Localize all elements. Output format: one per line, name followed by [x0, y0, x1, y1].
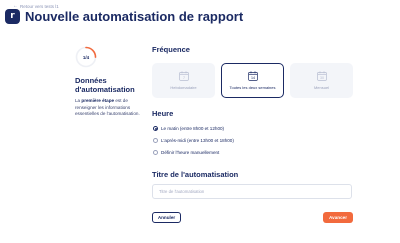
step-panel: 1/4 Données d'automatisation La première…: [75, 46, 145, 118]
cancel-button[interactable]: Annuler: [152, 212, 181, 223]
frequency-title: Fréquence: [152, 45, 190, 54]
hour-option-afternoon[interactable]: L'après-midi (entre 13h00 et 18h00): [153, 138, 234, 143]
back-link-label: Retour vers tests l1: [20, 3, 59, 9]
frequency-option-weekly[interactable]: 7 Hebdomadaire: [152, 63, 215, 98]
radio-unchecked-icon[interactable]: [153, 138, 158, 143]
hour-title: Heure: [152, 109, 174, 118]
hour-option-manual[interactable]: Définir l'heure manuellement: [153, 150, 219, 155]
progress-label: 1/4: [82, 54, 90, 60]
hour-option-label: Le matin (entre 8h00 et 12h00): [161, 126, 225, 131]
svg-text:7: 7: [183, 76, 185, 80]
frequency-option-monthly[interactable]: 30 Mensuel: [290, 63, 353, 98]
calendar-icon: 14: [247, 71, 258, 81]
frequency-option-label: Toutes les deux semaines: [229, 85, 276, 90]
next-button[interactable]: Avancer: [323, 212, 353, 223]
step-title: Données d'automatisation: [75, 76, 135, 94]
automation-title-input[interactable]: [152, 184, 352, 199]
automation-title-heading: Titre de l'automatisation: [152, 170, 239, 179]
frequency-option-biweekly[interactable]: 14 Toutes les deux semaines: [221, 63, 284, 98]
frequency-option-label: Mensuel: [313, 85, 330, 90]
page-title: Nouvelle automatisation de rapport: [25, 9, 244, 24]
calendar-icon: 7: [178, 71, 189, 81]
step-description: La première étape est de renseigner les …: [75, 98, 145, 117]
logo-letter: r: [10, 11, 15, 21]
app-logo: r: [5, 9, 20, 24]
radio-checked-icon[interactable]: [153, 126, 158, 131]
progress-ring: 1/4: [75, 46, 97, 68]
frequency-option-label: Hebdomadaire: [170, 85, 197, 90]
calendar-icon: 30: [316, 71, 327, 81]
svg-text:30: 30: [320, 76, 324, 80]
hour-option-label: Définir l'heure manuellement: [161, 150, 220, 155]
radio-unchecked-icon[interactable]: [153, 150, 158, 155]
step-desc-bold: première étape: [81, 98, 115, 104]
svg-text:14: 14: [251, 76, 255, 80]
hour-option-label: L'après-midi (entre 13h00 et 18h00): [161, 138, 234, 143]
hour-option-morning[interactable]: Le matin (entre 8h00 et 12h00): [153, 126, 224, 131]
